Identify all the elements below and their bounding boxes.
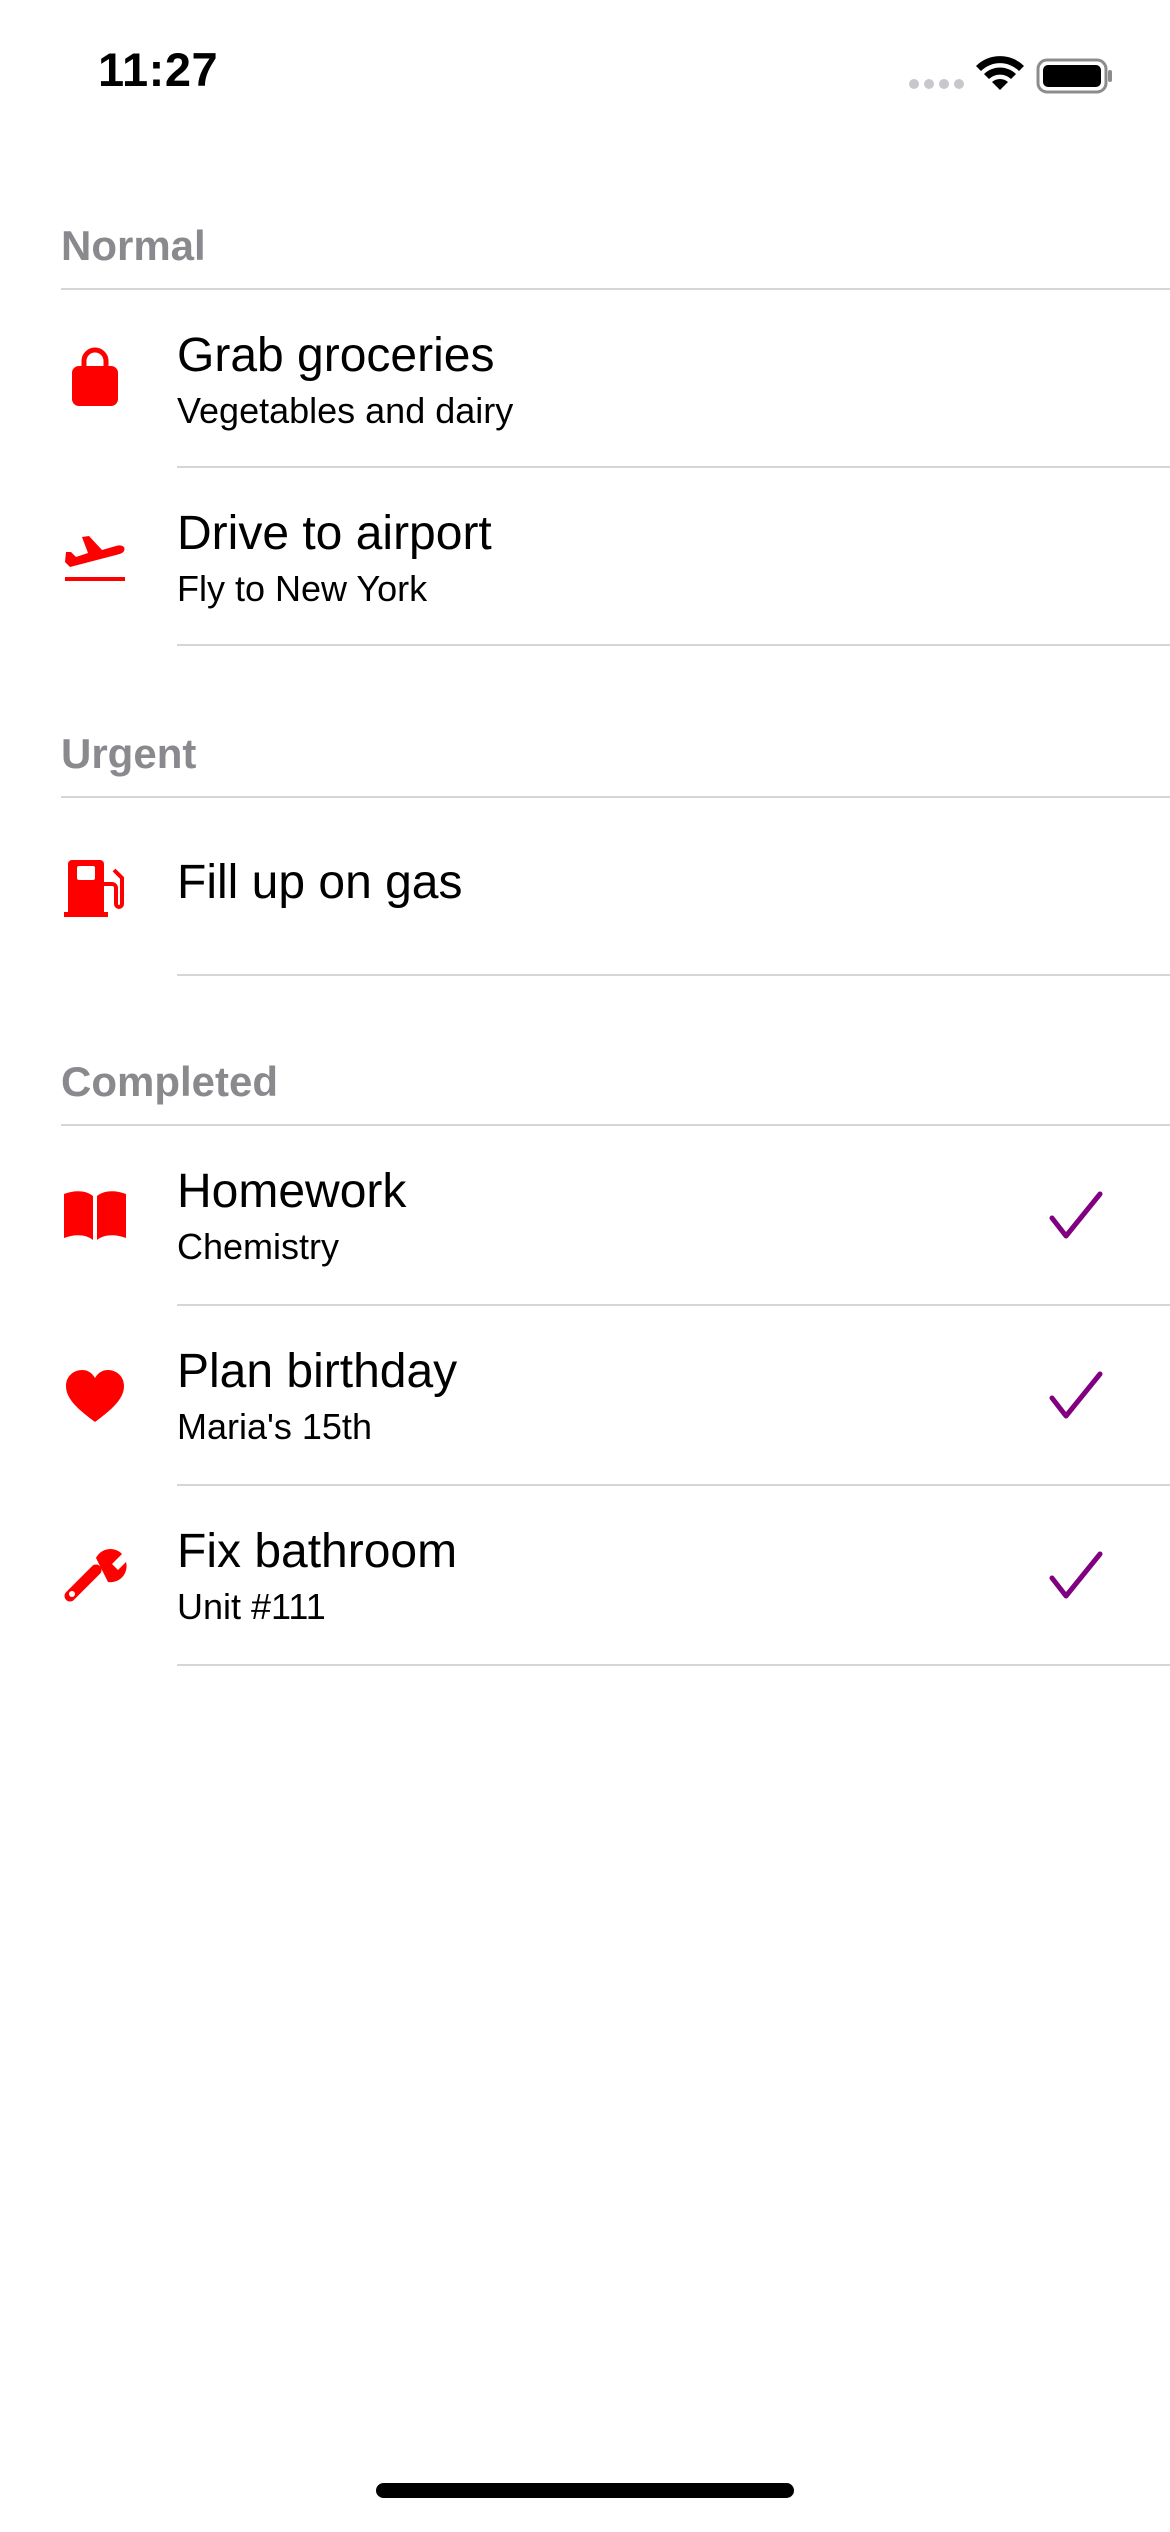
battery-icon [1036,58,1112,94]
list-item-fix-bathroom[interactable]: Fix bathroom Unit #111 [0,1486,1170,1664]
item-title: Plan birthday [177,1345,458,1398]
section-header-urgent: Urgent [61,730,197,777]
checkmark-icon [1048,1370,1104,1422]
wrench-icon [60,1540,130,1610]
section-header-normal: Normal [61,222,206,269]
item-subtitle: Maria's 15th [177,1406,372,1447]
row-divider [177,1664,1170,1666]
checkmark-icon [1048,1550,1104,1602]
list-item-homework[interactable]: Homework Chemistry [0,1126,1170,1304]
item-subtitle: Vegetables and dairy [177,390,514,431]
cellular-signal-icon [909,79,964,89]
home-indicator[interactable] [376,2483,794,2498]
list-item-drive-to-airport[interactable]: Drive to airport Fly to New York [0,468,1170,646]
heart-icon [60,1360,130,1430]
list-item-fill-up-on-gas[interactable]: Fill up on gas [0,798,1170,976]
wifi-icon [976,56,1024,90]
row-divider [177,974,1170,976]
row-divider [177,644,1170,646]
item-subtitle: Chemistry [177,1226,340,1267]
checkmark-icon [1048,1190,1104,1242]
section-header-completed: Completed [61,1058,279,1105]
status-bar: 11:27 [0,0,1170,140]
item-subtitle: Fly to New York [177,568,428,609]
item-title: Grab groceries [177,329,495,382]
status-icons [902,52,1114,96]
item-title: Fill up on gas [177,856,463,909]
fuel-pump-icon [60,852,130,922]
list-item-grab-groceries[interactable]: Grab groceries Vegetables and dairy [0,290,1170,468]
item-title: Drive to airport [177,507,492,560]
airplane-departure-icon [60,522,130,592]
item-subtitle: Unit #111 [177,1586,326,1627]
item-title: Homework [177,1165,407,1218]
status-time: 11:27 [98,43,219,96]
item-title: Fix bathroom [177,1525,458,1578]
book-icon [60,1180,130,1250]
list-item-plan-birthday[interactable]: Plan birthday Maria's 15th [0,1306,1170,1484]
shopping-bag-icon [60,344,130,414]
